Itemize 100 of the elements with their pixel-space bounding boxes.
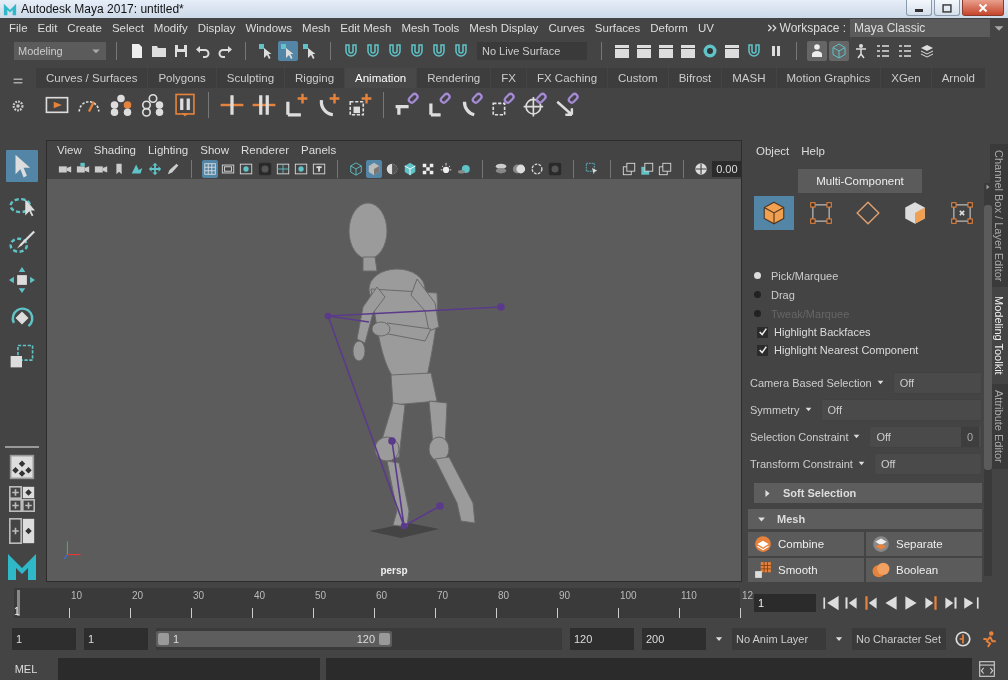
four-view-icon[interactable]: [9, 486, 35, 512]
wireframe-cube-icon[interactable]: [347, 160, 364, 178]
move-arrows-icon[interactable]: [147, 160, 164, 178]
panel-menu-item[interactable]: Help: [795, 145, 831, 157]
menu-item[interactable]: Surfaces: [589, 22, 646, 34]
start-frame-field[interactable]: 1: [12, 628, 76, 650]
menu-item[interactable]: Mesh: [297, 22, 336, 34]
xray-icon[interactable]: [639, 160, 656, 178]
previous-key-icon[interactable]: [862, 594, 880, 612]
dropdown-caret-icon[interactable]: [875, 378, 885, 387]
radio-button[interactable]: [754, 291, 761, 298]
joint-icon[interactable]: [251, 92, 277, 118]
mesh-tool-button[interactable]: Boolean: [866, 558, 982, 582]
current-frame-field[interactable]: 1: [754, 594, 816, 612]
checkbox[interactable]: [757, 326, 768, 338]
chain-link-icon[interactable]: [426, 92, 452, 118]
menu-item[interactable]: Mesh Display: [464, 22, 544, 34]
shelf-tab[interactable]: Bifrost: [668, 68, 722, 88]
shelf-tab[interactable]: Animation: [345, 68, 417, 88]
single-view-icon[interactable]: [9, 454, 35, 480]
next-key-icon[interactable]: [922, 594, 940, 612]
dots-icon[interactable]: [140, 92, 166, 118]
cube-icon[interactable]: [754, 196, 794, 230]
checkbox[interactable]: [757, 344, 768, 356]
minimize-button[interactable]: [906, 0, 932, 16]
shelf-tab[interactable]: XGen: [881, 68, 931, 88]
section-header[interactable]: Mesh: [748, 509, 982, 529]
ik-handle-icon[interactable]: [347, 92, 373, 118]
panel-menu-item[interactable]: Renderer: [235, 144, 295, 156]
chain-link-icon[interactable]: [554, 92, 580, 118]
mesh-tool-button[interactable]: Smooth: [748, 558, 864, 582]
end-frame-field[interactable]: 200: [642, 628, 706, 650]
exposure-field[interactable]: 0.00: [712, 161, 741, 177]
start-frame-field[interactable]: 1: [84, 628, 148, 650]
person-icon[interactable]: [807, 41, 827, 61]
shelf-tab[interactable]: Rigging: [285, 68, 345, 88]
menu-item[interactable]: Modify: [148, 22, 193, 34]
menu-item[interactable]: Create: [62, 22, 107, 34]
shelf-tab[interactable]: Motion Graphics: [776, 68, 881, 88]
setting-field[interactable]: Off 0: [869, 425, 982, 448]
exposure-icon[interactable]: [694, 161, 709, 177]
joint-icon[interactable]: [219, 92, 245, 118]
end-frame-field[interactable]: 120: [570, 628, 634, 650]
shelf-tab[interactable]: Curves / Surfaces: [36, 68, 148, 88]
key-frame-icon[interactable]: [172, 92, 198, 118]
live-surface-field[interactable]: No Live Surface: [477, 42, 587, 60]
step-forward-icon[interactable]: [942, 594, 960, 612]
command-field[interactable]: [58, 658, 320, 680]
dropdown-caret-icon[interactable]: [803, 405, 813, 414]
menu-item[interactable]: UV: [692, 22, 719, 34]
chain-link-icon[interactable]: [490, 92, 516, 118]
go-to-end-icon[interactable]: [962, 594, 980, 612]
dropdown-caret-icon[interactable]: [852, 432, 862, 441]
menu-item[interactable]: Select: [106, 22, 149, 34]
select-tool-icon[interactable]: [6, 150, 38, 182]
cube-icon[interactable]: [401, 160, 418, 178]
menu-item[interactable]: File: [4, 22, 33, 34]
section-header[interactable]: Soft Selection: [754, 483, 982, 503]
menu-item[interactable]: Windows: [240, 22, 298, 34]
menu-item[interactable]: Deform: [645, 22, 693, 34]
menu-item[interactable]: Display: [192, 22, 241, 34]
shelf-tab[interactable]: Custom: [608, 68, 668, 88]
radio-button[interactable]: [754, 272, 761, 279]
menu-item[interactable]: Edit Mesh: [335, 22, 397, 34]
current-frame-marker[interactable]: [17, 590, 20, 616]
mesh-tool-button[interactable]: Combine: [748, 532, 864, 556]
xray-icon[interactable]: [657, 160, 674, 178]
menu-item[interactable]: Curves: [543, 22, 590, 34]
shelf-tab[interactable]: Arnold: [931, 68, 985, 88]
shelf-tab[interactable]: Polygons: [148, 68, 216, 88]
selection-mode-icon[interactable]: [278, 41, 298, 61]
panel-menu-item[interactable]: Shading: [87, 144, 142, 156]
shelf-tab[interactable]: FX Caching: [526, 68, 608, 88]
overflow-chevron-icon[interactable]: [765, 22, 778, 34]
panel-menu-item[interactable]: Show: [194, 144, 235, 156]
script-editor-icon[interactable]: [978, 660, 996, 678]
shaded-cube-icon[interactable]: [365, 160, 382, 178]
auto-key-icon[interactable]: [954, 630, 972, 648]
shelf-tab[interactable]: FX: [491, 68, 526, 88]
go-to-start-icon[interactable]: [822, 594, 840, 612]
shelf-tab[interactable]: MASH: [722, 68, 776, 88]
shelf-tab[interactable]: Sculpting: [216, 68, 285, 88]
panel-menu-item[interactable]: Object: [750, 145, 796, 157]
dropdown-caret-icon[interactable]: [856, 459, 866, 468]
scrollbar[interactable]: [984, 183, 992, 576]
side-tab[interactable]: Channel Box / Layer Editor: [990, 144, 1008, 288]
menu-item[interactable]: Mesh Tools: [396, 22, 465, 34]
setting-field[interactable]: Off: [873, 452, 982, 475]
maximize-button[interactable]: [934, 0, 960, 16]
chain-link-icon[interactable]: [394, 92, 420, 118]
scroll-arrow-icon[interactable]: [984, 183, 992, 191]
menu-item[interactable]: Edit: [32, 22, 63, 34]
chain-link-icon[interactable]: [522, 92, 548, 118]
two-view-icon[interactable]: [9, 518, 35, 544]
panel-menu-item[interactable]: View: [51, 144, 88, 156]
workspace-dropdown[interactable]: Maya Classic: [850, 19, 990, 37]
panel-menu-item[interactable]: Panels: [294, 144, 343, 156]
anim-layer-dropdown[interactable]: No Anim Layer: [732, 628, 826, 650]
setting-field[interactable]: Off: [820, 398, 982, 421]
ik-handle-icon[interactable]: [283, 92, 309, 118]
